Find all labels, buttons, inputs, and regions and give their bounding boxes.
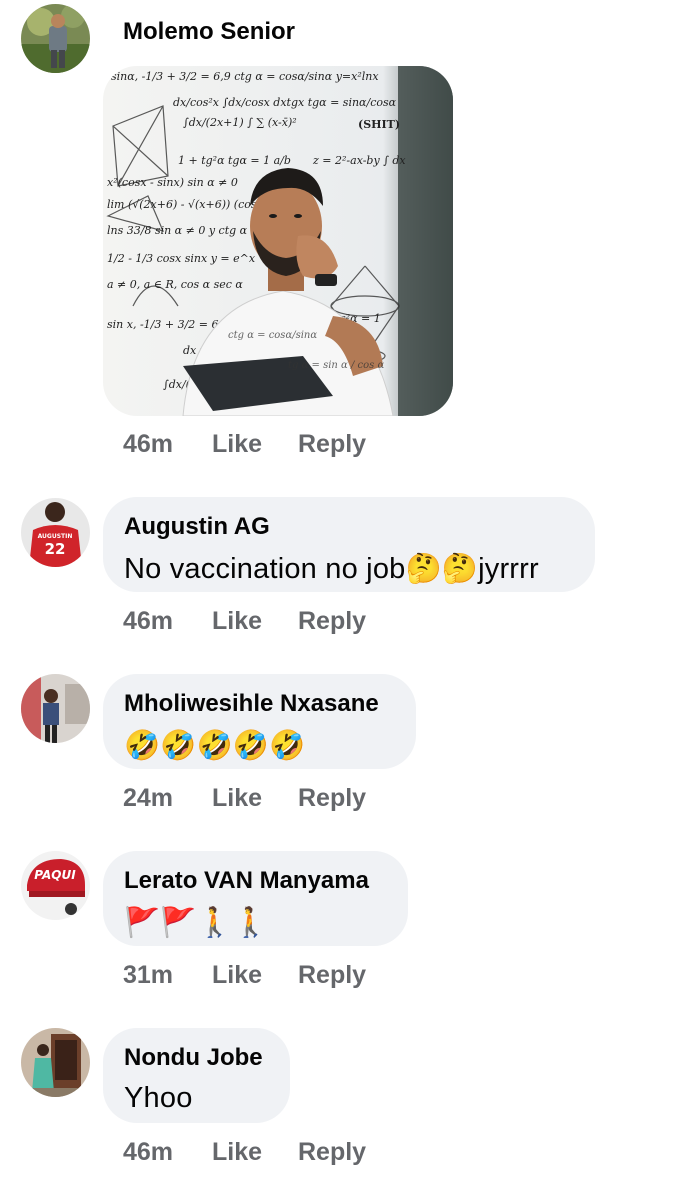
svg-text:tg α = sin α / cos α: tg α = sin α / cos α	[288, 360, 384, 371]
svg-text:z = 2²-ax-by ∫ dx: z = 2²-ax-by ∫ dx	[312, 154, 406, 167]
avatar-image	[21, 4, 90, 73]
reply-button[interactable]: Reply	[298, 607, 366, 636]
like-button[interactable]: Like	[212, 607, 262, 636]
like-button[interactable]: Like	[212, 961, 262, 990]
avatar-image	[21, 1028, 90, 1097]
svg-text:dx/cos²x ∫dx/cosx dxtgx t: dx/cos²x ∫dx/cosx dxtgx tgα = sinα/cosα	[173, 96, 397, 109]
comment-author[interactable]: Nondu Jobe	[124, 1044, 263, 1072]
comment-timestamp: 46m	[123, 430, 174, 458]
comment-timestamp: 46m	[123, 607, 174, 635]
comment-author[interactable]: Molemo Senior	[123, 18, 295, 46]
comment-bubble: Lerato VAN Manyama 🚩🚩🚶🚶	[103, 851, 408, 946]
svg-text:(SHIT): (SHIT)	[358, 118, 400, 131]
comment-author[interactable]: Mholiwesihle Nxasane	[124, 690, 379, 718]
svg-text:AUGUSTIN: AUGUSTIN	[38, 533, 73, 540]
comment-timestamp: 24m	[123, 784, 174, 812]
svg-text:1 + tg²α tgα = 1 a/b: 1 + tg²α tgα = 1 a/b	[178, 154, 291, 167]
avatar-image	[21, 674, 90, 743]
comment-bubble: Augustin AG No vaccination no job🤔🤔jyrrr…	[103, 497, 595, 592]
comment-text: 🤣🤣🤣🤣🤣	[124, 728, 306, 762]
svg-text:a ≠ 0, a ∈ R, cos α sec α: a ≠ 0, a ∈ R, cos α sec α	[107, 278, 243, 291]
svg-text:lns 33/8 sin α ≠ 0 y ctg: lns 33/8 sin α ≠ 0 y ctg α	[107, 224, 248, 237]
comment-text: No vaccination no job🤔🤔jyrrrr	[124, 551, 539, 585]
svg-text:1/2 - 1/3 cosx sinx y = e^x: 1/2 - 1/3 cosx sinx y = e^x	[107, 252, 256, 265]
math-meme-image: sinα, -1/3 + 3/2 = 6,9 ctg α = cosα/sinα…	[103, 66, 453, 416]
like-button[interactable]: Like	[212, 784, 262, 813]
avatar[interactable]	[21, 1028, 90, 1097]
svg-text:x²(cosx - sinx) sin α ≠ 0: x²(cosx - sinx) sin α ≠ 0	[107, 176, 238, 189]
comment-timestamp: 31m	[123, 961, 174, 989]
avatar[interactable]: AUGUSTIN 22	[21, 498, 90, 567]
comment-text: 🚩🚩🚶🚶	[124, 905, 270, 939]
thinking-face-emoji: 🤔🤔	[405, 551, 479, 585]
avatar[interactable]	[21, 674, 90, 743]
like-button[interactable]: Like	[212, 1138, 262, 1167]
svg-text:sinα, -1/3 + 3/2 = 6,9 ctg α: sinα, -1/3 + 3/2 = 6,9 ctg α = cosα/sinα…	[111, 70, 379, 83]
comment-timestamp: 46m	[123, 1138, 174, 1166]
reply-button[interactable]: Reply	[298, 1138, 366, 1167]
avatar-image: AUGUSTIN 22	[21, 498, 90, 567]
comment-text: Yhoo	[124, 1082, 193, 1114]
comment-photo[interactable]: sinα, -1/3 + 3/2 = 6,9 ctg α = cosα/sinα…	[103, 66, 453, 416]
svg-text:22: 22	[45, 540, 66, 558]
comment-author[interactable]: Augustin AG	[124, 513, 539, 541]
comment-author[interactable]: Lerato VAN Manyama	[124, 867, 369, 895]
reply-button[interactable]: Reply	[298, 961, 366, 990]
like-button[interactable]: Like	[212, 430, 262, 459]
avatar[interactable]: PAQUI	[21, 851, 90, 920]
comment-bubble: Mholiwesihle Nxasane 🤣🤣🤣🤣🤣	[103, 674, 416, 769]
reply-button[interactable]: Reply	[298, 784, 366, 813]
svg-text:PAQUI: PAQUI	[34, 868, 76, 882]
svg-text:∫dx/(2x+1) ∫ ∑ (x-x̄)²: ∫dx/(2x+1) ∫ ∑ (x-x̄)²	[183, 116, 297, 129]
reply-button[interactable]: Reply	[298, 430, 366, 459]
avatar-image: PAQUI	[21, 851, 90, 920]
comment-bubble: Nondu Jobe Yhoo	[103, 1028, 290, 1123]
svg-text:ctg α = cosα/sinα: ctg α = cosα/sinα	[228, 330, 317, 341]
avatar[interactable]	[21, 4, 90, 73]
